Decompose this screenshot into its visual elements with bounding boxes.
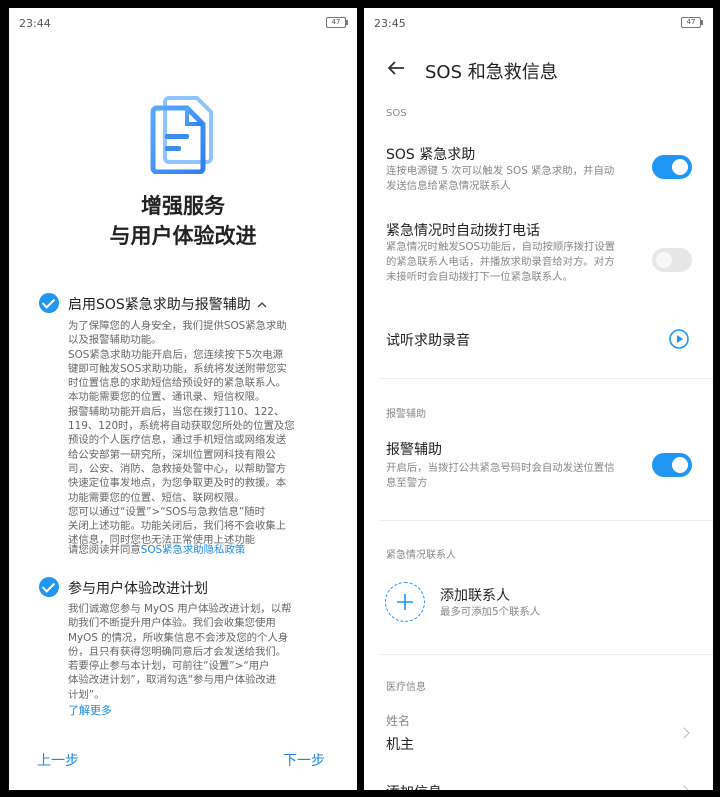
add-info-item[interactable]: 添加信息 (386, 782, 442, 790)
plus-icon (397, 594, 413, 610)
page-title: SOS 和急救信息 (425, 62, 558, 83)
description-line: 计划”。 (68, 688, 105, 701)
auto-call-desc: 紧急情况时触发SOS功能后，自动按顺序拨打设置的紧急联系人电话，并播放求助录音给… (386, 241, 616, 283)
sos-item-title[interactable]: SOS 紧急求助 (386, 144, 475, 164)
description-line: 功能需要您的位置、短信、联网权限。 (68, 491, 245, 504)
chevron-up-icon[interactable] (257, 301, 267, 309)
toggle-knob (672, 457, 688, 473)
divider (379, 520, 713, 521)
description-line: SOS紧急求助功能开启后，您连续按下5次电源 (68, 348, 284, 361)
description-line: 份，且只有获得您明确同意后才会发送给我们。 (68, 645, 287, 658)
sos-item-desc: 连按电源键 5 次可以触发 SOS 紧急求助，并自动发送信息给紧急情况联系人 (386, 165, 615, 192)
description-line: 给公安部第一研究所，深圳位置网科技有限公 (68, 448, 276, 461)
page-title-line1: 增强服务 (141, 194, 225, 218)
auto-call-title[interactable]: 紧急情况时自动拨打电话 (386, 220, 540, 240)
next-button[interactable]: 下一步 (283, 750, 325, 770)
section-header-sos: SOS (386, 108, 407, 119)
description-line: 报警辅助功能开启后，当您在拨打110、122、 (68, 405, 285, 418)
section-header-medical: 医疗信息 (386, 682, 426, 693)
alarm-toggle[interactable] (652, 453, 692, 477)
sos-consent-checkbox[interactable] (39, 293, 59, 313)
description-line: 本功能需要您的位置、通讯录、短信权限。 (68, 391, 266, 404)
description-line: 关闭上述功能。功能关闭后，我们将不会收集上 (68, 520, 287, 533)
privacy-policy-link[interactable]: SOS紧急求助隐私政策 (141, 544, 246, 556)
battery-icon: 47 (326, 17, 348, 28)
name-label: 姓名 (386, 714, 411, 728)
description-line: 快速定位事发地点，为您争取更及时的救援。本 (68, 477, 287, 490)
status-time: 23:44 (19, 17, 51, 30)
ux-program-checkbox[interactable] (39, 577, 59, 597)
name-value[interactable]: 机主 (386, 734, 414, 754)
divider (379, 378, 713, 379)
auto-call-toggle[interactable] (652, 248, 692, 272)
status-time: 23:45 (374, 17, 406, 30)
sos-consent-title[interactable]: 启用SOS紧急求助与报警辅助 (68, 294, 267, 314)
toggle-knob (656, 252, 672, 268)
listen-recording-title[interactable]: 试听求助录音 (386, 330, 470, 350)
description-line: 键即可触发SOS求助功能，系统将发送附带您实 (68, 362, 287, 375)
description-line: 为了保障您的人身安全，我们提供SOS紧急求助 (68, 320, 287, 332)
left-phone-screen: 23:44 47 增强服务 与用户体验改进 启用SOS紧急求助与报警辅助 为了保… (9, 8, 357, 790)
description-line: 以及报警辅助功能。 (68, 334, 162, 347)
chevron-right-icon[interactable] (678, 727, 690, 739)
alarm-item-title[interactable]: 报警辅助 (386, 439, 442, 459)
description-line: 预设的个人医疗信息，通过手机短信或网络发送 (68, 434, 287, 447)
document-icon (150, 96, 213, 174)
toggle-knob (672, 159, 688, 175)
add-contact-button[interactable] (385, 582, 425, 622)
chevron-right-icon[interactable] (678, 785, 690, 790)
right-phone-screen: 23:45 47 SOS 和急救信息 SOS SOS 紧急求助 连按电源键 5 … (364, 8, 713, 790)
description-line: 您可以通过“设置”>“SOS与急救信息”随时 (68, 505, 266, 518)
description-line: 助我们不断提升用户体验。我们会收集您使用 (68, 617, 276, 630)
ux-program-title[interactable]: 参与用户体验改进计划 (68, 578, 208, 598)
description-line: 时位置信息的求助短信给预设好的紧急联系人。 (68, 377, 287, 390)
privacy-policy-notice: 请您阅读并同意SOS紧急求助隐私政策 (68, 543, 245, 557)
sos-consent-title-text: 启用SOS紧急求助与报警辅助 (68, 297, 251, 313)
battery-icon: 47 (681, 17, 703, 28)
description-line: 119、120时，系统将自动获取您所处的位置及您 (68, 420, 295, 433)
alarm-item-desc: 开启后，当拨打公共紧急号码时会自动发送位置信息至警方 (386, 462, 615, 489)
sos-toggle[interactable] (652, 155, 692, 179)
ux-program-description: 我们诚邀您参与 MyOS 用户体验改进计划，以帮 助我们不断提升用户体验。我们会收… (68, 602, 340, 702)
description-line: 体验改进计划”，取消勾选“参与用户体验改进 (68, 674, 277, 687)
page-title-line2: 与用户体验改进 (109, 224, 257, 248)
policy-prefix: 请您阅读并同意 (68, 544, 141, 556)
play-icon[interactable] (668, 328, 690, 350)
description-line: 我们诚邀您参与 MyOS 用户体验改进计划，以帮 (68, 603, 292, 615)
add-contact-title[interactable]: 添加联系人 (440, 585, 510, 605)
description-line: 若要停止参与本计划，可前往“设置”>“用户 (68, 660, 270, 673)
divider (379, 654, 713, 655)
section-header-alarm: 报警辅助 (386, 409, 426, 420)
learn-more-link[interactable]: 了解更多 (68, 704, 112, 718)
previous-button[interactable]: 上一步 (37, 750, 79, 770)
description-line: MyOS 的情况，所收集信息不会涉及您的个人身 (68, 631, 289, 644)
back-arrow-icon[interactable] (386, 58, 406, 78)
section-header-contacts: 紧急情况联系人 (386, 550, 456, 561)
sos-consent-description: 为了保障您的人身安全，我们提供SOS紧急求助 以及报警辅助功能。 SOS紧急求助功能… (68, 319, 340, 548)
description-line: 司，公安、消防、急救接处警中心，以帮助警方 (68, 462, 287, 475)
add-contact-sub: 最多可添加5个联系人 (440, 606, 541, 618)
